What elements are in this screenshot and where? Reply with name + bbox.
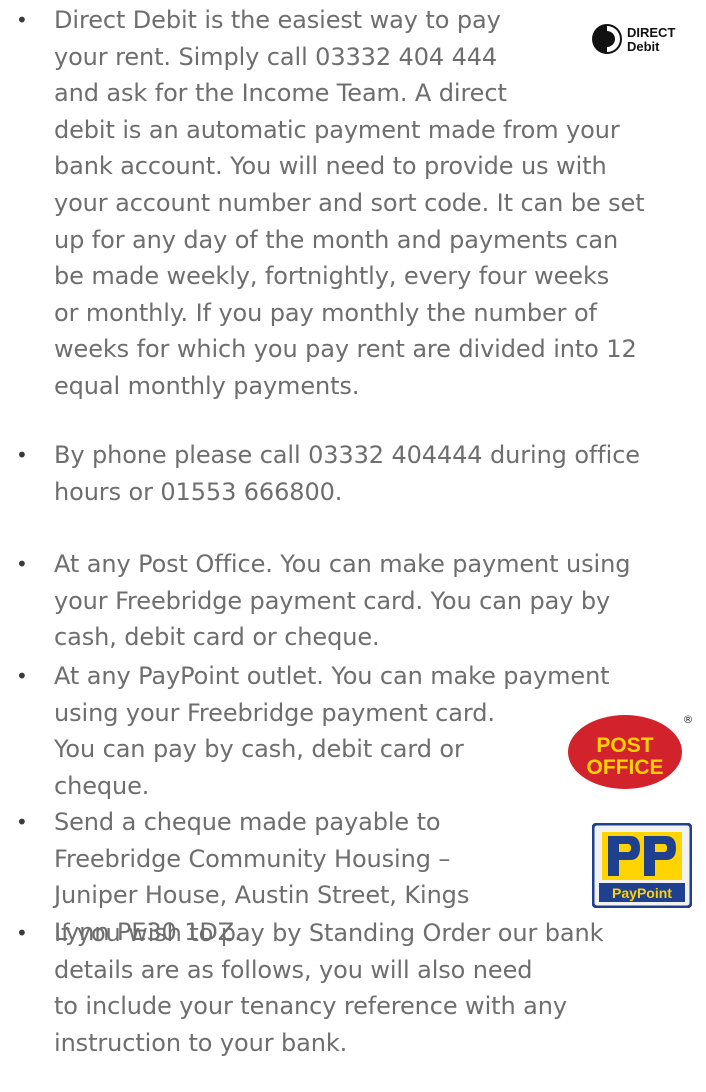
direct-debit-logo-text-top: DIRECT — [627, 25, 675, 40]
text-line: your account number and sort code. It ca… — [54, 188, 645, 217]
text-line: By phone please call 03332 404444 during… — [54, 441, 640, 469]
text-line: cheque. — [54, 771, 150, 800]
bullet: • — [16, 664, 28, 688]
text-line: If you wish to pay by Standing Order our… — [54, 919, 604, 947]
paypoint-logo: PayPoint — [592, 823, 692, 908]
list-item-post-office: • At any Post Office. You can make payme… — [0, 546, 630, 656]
list-item-paypoint: • At any PayPoint outlet. You can make p… — [0, 658, 610, 804]
list-item-standing-order: • If you wish to pay by Standing Order o… — [0, 915, 604, 1061]
text-line: Freebridge Community Housing – — [54, 844, 451, 873]
bullet: • — [16, 810, 28, 834]
text-line: At any Post Office. You can make payment… — [54, 550, 631, 578]
text-line: debit is an automatic payment made from … — [54, 115, 620, 144]
post-office-logo-text-bottom: OFFICE — [587, 756, 664, 779]
text-line: to include your tenancy reference with a… — [54, 992, 567, 1021]
text-line: Direct Debit is the easiest way to pay — [54, 6, 501, 34]
bullet: • — [16, 8, 28, 32]
list-item-direct-debit: • Direct Debit is the easiest way to pay… — [0, 2, 645, 405]
bullet: • — [16, 443, 28, 467]
bullet: • — [16, 552, 28, 576]
text-line: hours or 01553 666800. — [54, 477, 343, 506]
text-line: and ask for the Income Team. A direct — [54, 79, 507, 108]
text-line: bank account. You will need to provide u… — [54, 152, 607, 181]
text-line: up for any day of the month and payments… — [54, 225, 619, 254]
text-line: cash, debit card or cheque. — [54, 623, 380, 652]
text-line: be made weekly, fortnightly, every four … — [54, 262, 610, 291]
text-line: Send a cheque made payable to — [54, 808, 441, 836]
paypoint-logo-text: PayPoint — [612, 885, 672, 901]
text-line: using your Freebridge payment card. — [54, 698, 495, 727]
text-line: instruction to your bank. — [54, 1028, 348, 1057]
list-item-by-phone: • By phone please call 03332 404444 duri… — [0, 437, 640, 510]
text-line: You can pay by cash, debit card or — [54, 735, 464, 764]
direct-debit-logo-text-bottom: Debit — [627, 39, 660, 54]
bullet: • — [16, 921, 28, 945]
text-line: Juniper House, Austin Street, Kings — [54, 881, 470, 910]
text-line: details are as follows, you will also ne… — [54, 955, 533, 984]
text-line: At any PayPoint outlet. You can make pay… — [54, 662, 610, 690]
text-line: your Freebridge payment card. You can pa… — [54, 586, 611, 615]
registered-mark: ® — [683, 713, 694, 726]
text-line: your rent. Simply call 03332 404 444 — [54, 42, 498, 71]
text-line: equal monthly payments. — [54, 371, 360, 400]
text-line: weeks for which you pay rent are divided… — [54, 335, 637, 364]
post-office-logo-text-top: POST — [596, 734, 653, 757]
post-office-logo: POST OFFICE ® — [568, 713, 694, 789]
text-line: or monthly. If you pay monthly the numbe… — [54, 298, 597, 327]
direct-debit-logo: DIRECT Debit — [592, 24, 675, 54]
